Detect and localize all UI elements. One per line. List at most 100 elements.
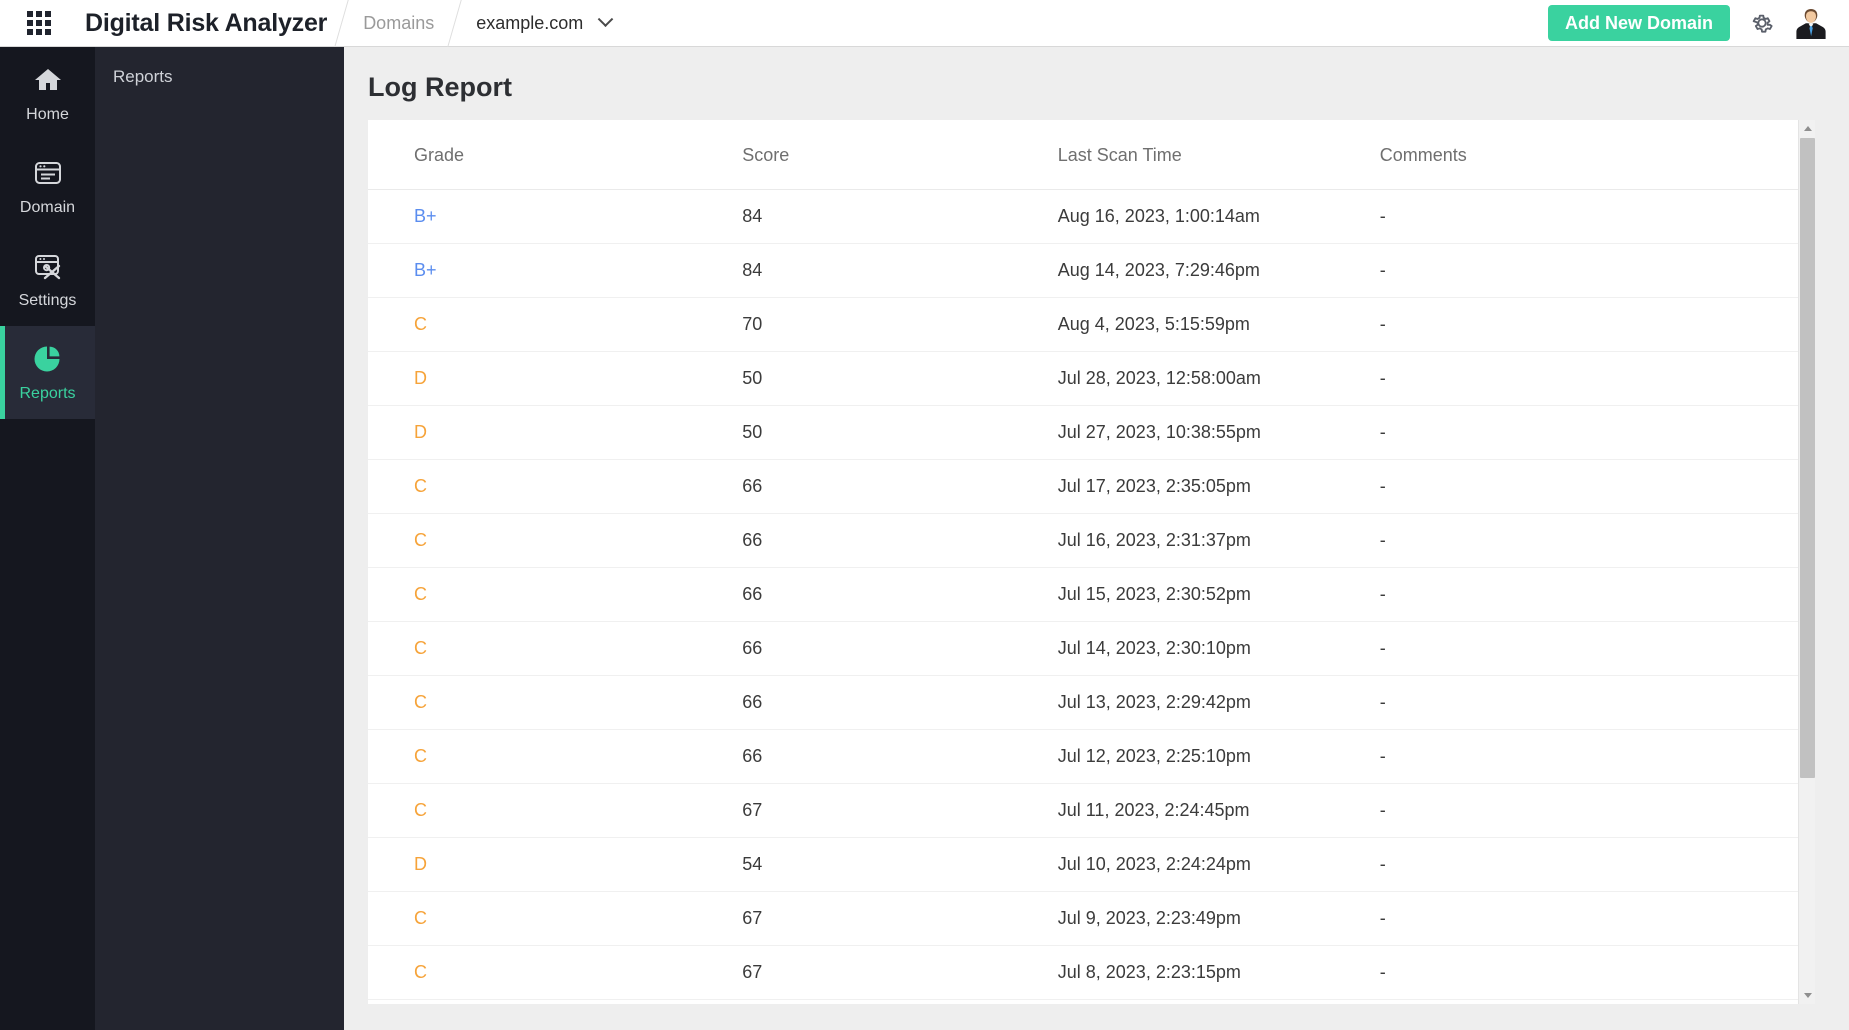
table-row[interactable]: C 67 Jul 9, 2023, 2:23:49pm - <box>368 891 1815 946</box>
cell-comments: - <box>1379 351 1815 406</box>
cell-last-scan: Jul 12, 2023, 2:25:10pm <box>1057 729 1380 784</box>
table-row[interactable]: C67Jul 7, 2023, 2:22:43pm- <box>368 999 1815 1004</box>
table-row[interactable]: B+ 84 Aug 16, 2023, 1:00:14am - <box>368 189 1815 244</box>
cell-comments: - <box>1379 513 1815 568</box>
breadcrumb-current-domain-label: example.com <box>476 12 584 33</box>
top-bar: Digital Risk Analyzer Domains example.co… <box>0 0 1849 47</box>
pie-chart-icon <box>34 346 59 372</box>
scroll-down-arrow-icon[interactable] <box>1799 987 1815 1004</box>
table-row[interactable]: C 67 Jul 8, 2023, 2:23:15pm - <box>368 945 1815 1000</box>
cell-score: 66 <box>742 621 1058 676</box>
column-header-last-scan[interactable]: Last Scan Time <box>1057 120 1380 190</box>
sidebar-item-domain[interactable]: Domain <box>0 140 95 233</box>
main-content: Log Report Grade Score Last Scan Time Co… <box>344 47 1849 1030</box>
cell-score: 50 <box>742 351 1058 406</box>
cell-last-scan: Jul 28, 2023, 12:58:00am <box>1057 351 1380 406</box>
breadcrumb-current-domain[interactable]: example.com <box>470 11 617 34</box>
table-scrollbar[interactable] <box>1798 120 1815 1004</box>
cell-grade: C <box>368 783 743 838</box>
subnav-item-reports[interactable]: Reports <box>95 47 344 87</box>
column-header-grade[interactable]: Grade <box>368 120 743 190</box>
cell-score: 66 <box>742 513 1058 568</box>
cell-grade: C <box>368 729 743 784</box>
cell-score: 84 <box>742 243 1058 298</box>
cell-score: 70 <box>742 297 1058 352</box>
cell-comments: - <box>1379 675 1815 730</box>
table-row[interactable]: C 66 Jul 17, 2023, 2:35:05pm - <box>368 459 1815 514</box>
gear-icon[interactable] <box>1749 10 1775 36</box>
table-body: B+ 84 Aug 16, 2023, 1:00:14am - B+ 84 Aug 14, … <box>368 189 1815 1004</box>
sidebar-item-home-label: Home <box>26 106 69 123</box>
cell-last-scan: Jul 10, 2023, 2:24:24pm <box>1057 837 1380 892</box>
cell-comments: - <box>1379 837 1815 892</box>
cell-comments: - <box>1379 783 1815 838</box>
cell-grade: C <box>368 999 743 1004</box>
scroll-up-arrow-icon[interactable] <box>1799 120 1815 137</box>
sidebar-item-reports-label: Reports <box>19 385 76 402</box>
cell-last-scan: Jul 15, 2023, 2:30:52pm <box>1057 567 1380 622</box>
cell-last-scan: Jul 7, 2023, 2:22:43pm <box>1057 999 1380 1004</box>
cell-last-scan: Jul 9, 2023, 2:23:49pm <box>1057 891 1380 946</box>
cell-last-scan: Jul 16, 2023, 2:31:37pm <box>1057 513 1380 568</box>
cell-grade: D <box>368 405 743 460</box>
cell-last-scan: Jul 11, 2023, 2:24:45pm <box>1057 783 1380 838</box>
table-row[interactable]: C 70 Aug 4, 2023, 5:15:59pm - <box>368 297 1815 352</box>
log-report-table: Grade Score Last Scan Time Comments B+ 84… <box>368 120 1815 1004</box>
table-row[interactable]: B+ 84 Aug 14, 2023, 7:29:46pm - <box>368 243 1815 298</box>
cell-score: 67 <box>742 945 1058 1000</box>
cell-last-scan: Jul 17, 2023, 2:35:05pm <box>1057 459 1380 514</box>
cell-score: 66 <box>742 675 1058 730</box>
sidebar-item-settings[interactable]: Settings <box>0 233 95 326</box>
cell-grade: C <box>368 621 743 676</box>
sidebar-item-home[interactable]: Home <box>0 47 95 140</box>
cell-score: 66 <box>742 729 1058 784</box>
sidebar-item-reports[interactable]: Reports <box>0 326 95 419</box>
cell-grade: C <box>368 513 743 568</box>
table-row[interactable]: D 50 Jul 27, 2023, 10:38:55pm - <box>368 405 1815 460</box>
sidebar-item-settings-label: Settings <box>18 292 77 309</box>
cell-score: 84 <box>742 189 1058 244</box>
tools-icon <box>34 255 60 280</box>
cell-comments: - <box>1379 891 1815 946</box>
breadcrumb-separator-2 <box>440 0 470 47</box>
cell-comments: - <box>1379 243 1815 298</box>
table-row[interactable]: C 66 Jul 16, 2023, 2:31:37pm - <box>368 513 1815 568</box>
cell-comments: - <box>1379 297 1815 352</box>
grid-apps-icon[interactable] <box>27 11 51 35</box>
cell-grade: C <box>368 297 743 352</box>
primary-sidebar: Home Domain Settings Reports <box>0 47 95 1030</box>
cell-last-scan: Jul 8, 2023, 2:23:15pm <box>1057 945 1380 1000</box>
add-new-domain-button[interactable]: Add New Domain <box>1547 5 1730 41</box>
cell-score: 66 <box>742 567 1058 622</box>
table-row[interactable]: D 54 Jul 10, 2023, 2:24:24pm - <box>368 837 1815 892</box>
cell-comments: - <box>1379 621 1815 676</box>
cell-grade: B+ <box>368 189 743 244</box>
cell-comments: - <box>1379 405 1815 460</box>
cell-grade: D <box>368 351 743 406</box>
table-row[interactable]: C 67 Jul 11, 2023, 2:24:45pm - <box>368 783 1815 838</box>
cell-score: 67 <box>742 783 1058 838</box>
cell-grade: C <box>368 567 743 622</box>
log-report-card: Grade Score Last Scan Time Comments B+ 84… <box>368 120 1815 1004</box>
cell-comments: - <box>1379 459 1815 514</box>
browser-icon <box>34 162 61 184</box>
table-header: Grade Score Last Scan Time Comments <box>368 120 1815 190</box>
cell-score: 67 <box>742 999 1058 1004</box>
cell-score: 66 <box>742 459 1058 514</box>
cell-score: 54 <box>742 837 1058 892</box>
page-title: Log Report <box>368 72 512 102</box>
table-row[interactable]: C 66 Jul 13, 2023, 2:29:42pm - <box>368 675 1815 730</box>
table-row[interactable]: C 66 Jul 12, 2023, 2:25:10pm - <box>368 729 1815 784</box>
table-row[interactable]: C 66 Jul 14, 2023, 2:30:10pm - <box>368 621 1815 676</box>
cell-last-scan: Aug 16, 2023, 1:00:14am <box>1057 189 1380 244</box>
user-avatar-icon[interactable] <box>1793 5 1829 41</box>
cell-comments: - <box>1379 189 1815 244</box>
cell-grade: C <box>368 891 743 946</box>
table-row[interactable]: C 66 Jul 15, 2023, 2:30:52pm - <box>368 567 1815 622</box>
cell-grade: C <box>368 945 743 1000</box>
table-row[interactable]: D 50 Jul 28, 2023, 12:58:00am - <box>368 351 1815 406</box>
column-header-comments[interactable]: Comments <box>1379 120 1815 190</box>
breadcrumb-domains[interactable]: Domains <box>357 13 440 34</box>
column-header-score[interactable]: Score <box>742 120 1058 190</box>
scrollbar-thumb[interactable] <box>1800 138 1815 778</box>
